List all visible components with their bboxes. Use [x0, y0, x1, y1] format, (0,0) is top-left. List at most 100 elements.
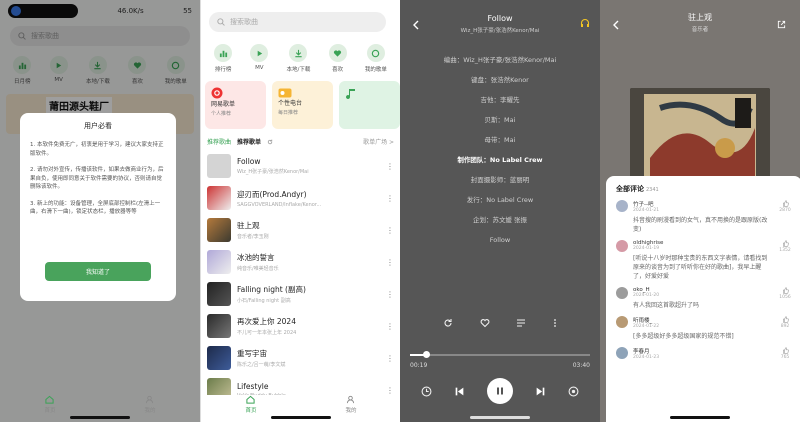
back-icon[interactable] [612, 20, 620, 30]
song-artist: Wiz_H张子豪/张浩然Kenor/Mai [237, 169, 309, 175]
song-list: Follow Wiz_H张子豪/张浩然Kenor/Mai ⋮ 迎刃而(Prod.An… [201, 150, 400, 406]
repeat-icon[interactable] [443, 318, 453, 328]
pause-button[interactable] [487, 378, 513, 404]
more-icon[interactable]: ⋮ [386, 386, 394, 395]
cover-art [207, 314, 231, 338]
quick-like[interactable]: 喜欢 [328, 44, 347, 73]
more-icon[interactable]: ⋮ [386, 226, 394, 235]
lyric-line: 封面摄影师：蓝丽明 [470, 176, 530, 184]
song-name: 迎刃而(Prod.Andyr) [237, 189, 307, 199]
card-netease-playlist[interactable]: 网易歌单 个人推荐 [205, 81, 266, 129]
song-name: 驻上观 [237, 221, 260, 230]
thumbs-up-icon [782, 240, 789, 247]
like-button[interactable]: 1352 [778, 240, 792, 281]
avatar[interactable] [616, 287, 628, 299]
avatar[interactable] [616, 200, 628, 212]
card-music[interactable] [339, 81, 400, 129]
avatar[interactable] [616, 316, 628, 328]
more-icon[interactable]: ⋮ [386, 322, 394, 331]
list-item[interactable]: 驻上观音乐者/李玉刚 ⋮ [201, 214, 400, 246]
card-title: 网易歌单 [211, 101, 236, 108]
comment-author[interactable]: 竹子--吧 [633, 200, 773, 208]
netease-logo-icon [211, 87, 223, 99]
list-item[interactable]: 迎刃而(Prod.Andyr) SAGGVOVERLAND/Inflake/Ken… [201, 182, 400, 214]
like-button[interactable]: 1056 [778, 287, 792, 310]
quick-mv[interactable]: MV [250, 44, 269, 73]
more-icon[interactable]: ⋮ [386, 162, 394, 171]
heart-icon [328, 44, 347, 62]
playlist-square-link[interactable]: 歌单广场 > [363, 137, 394, 146]
music-note-icon [346, 89, 355, 100]
previous-icon[interactable] [454, 386, 465, 397]
list-item[interactable]: Falling night (副高) 小石/Falling night 副高 ⋮ [201, 278, 400, 310]
comment-text: [多多超级好多多超级国家的规范不错] [633, 333, 734, 340]
progress-bar[interactable] [410, 351, 590, 358]
share-icon[interactable] [777, 20, 786, 29]
cover-art [207, 154, 231, 178]
song-artist: 小石/Falling night 副高 [237, 298, 291, 304]
more-icon[interactable]: ⋮ [386, 290, 394, 299]
more-icon[interactable]: ⋮ [386, 258, 394, 267]
more-icon[interactable] [553, 318, 557, 328]
lyric-line: Follow [489, 236, 511, 244]
avatar[interactable] [616, 347, 628, 359]
nav-home[interactable]: 首页 [44, 395, 56, 414]
card-radio[interactable]: 个性电台 每日推荐 [272, 81, 333, 129]
list-item[interactable]: 重写宇宙 陈乐之/吕一萌/李文斌 ⋮ [201, 342, 400, 374]
lyrics-list: 编曲：Wiz_H张子豪/张浩然Kenor/Mai 键盘：张浩然Kenor 吉他：李耀… [400, 50, 600, 250]
headphones-icon[interactable] [580, 18, 590, 28]
song-name: Lifestyle [237, 381, 269, 391]
acknowledge-button[interactable]: 我知道了 [45, 262, 151, 281]
nav-mine[interactable]: 我的 [144, 395, 156, 414]
bottom-nav: 首页 我的 [201, 395, 400, 414]
list-item[interactable]: 冰池的誓言纯音乐/唯美轻音乐 ⋮ [201, 246, 400, 278]
comment-author[interactable]: 李春月 [633, 347, 773, 355]
quick-download[interactable]: 本地/下载 [287, 44, 310, 73]
quality-icon[interactable] [568, 386, 579, 397]
song-artist: 纯音乐/唯美轻音乐 [237, 266, 279, 272]
lyric-line: 制作团队：No Label Crew [457, 156, 543, 164]
comment-author[interactable]: 听雨楼_ [633, 316, 773, 324]
bottom-nav: 首页 我的 [0, 395, 200, 414]
more-icon[interactable]: ⋮ [386, 194, 394, 203]
timer-icon[interactable] [421, 386, 432, 397]
cover-art [207, 282, 231, 306]
comment-item: oldhighrise 2024-01-19 [听说十八岁时那种宝贵的东西文字表情，… [616, 240, 792, 281]
search-icon [217, 18, 225, 26]
progress-knob[interactable] [423, 351, 431, 358]
like-button[interactable]: 765 [778, 347, 792, 363]
cover-art [207, 218, 231, 242]
thumbs-up-icon [782, 316, 789, 323]
comment-text: [听说十八岁时那种宝贵的东西文字表情，请看找到原来的谈音为到了听听你在好的歌曲]… [633, 255, 768, 280]
song-artist: 音乐者/李玉刚 [237, 234, 269, 240]
list-item[interactable]: 再次爱上你 2024 不儿可一年本张上年 2024 ⋮ [201, 310, 400, 342]
nav-home[interactable]: 首页 [245, 395, 257, 414]
nav-mine[interactable]: 我的 [345, 395, 357, 414]
avatar[interactable] [616, 240, 628, 252]
quick-playlist[interactable]: 我的歌单 [365, 44, 387, 73]
back-icon[interactable] [412, 20, 420, 30]
video-icon [250, 44, 269, 62]
search-input[interactable]: 搜索歌曲 [209, 12, 386, 32]
list-item[interactable]: Follow Wiz_H张子豪/张浩然Kenor/Mai ⋮ [201, 150, 400, 182]
tab-recommend-playlists[interactable]: 推荐歌单 [237, 137, 261, 146]
refresh-icon[interactable] [267, 139, 273, 145]
like-button[interactable]: 2870 [778, 200, 792, 234]
song-name: 冰池的誓言 [237, 253, 275, 262]
search-placeholder: 搜索歌曲 [230, 18, 258, 26]
quick-label: 我的歌单 [364, 67, 387, 73]
like-button[interactable]: 892 [778, 316, 792, 341]
playlist-icon [366, 44, 385, 62]
tab-recommend-songs[interactable]: 推荐歌曲 [207, 137, 231, 146]
song-artist: 陈乐之/吕一萌/李文斌 [237, 362, 286, 368]
user-icon [347, 395, 355, 404]
feature-cards: 网易歌单 个人推荐 个性电台 每日推荐 [201, 73, 400, 129]
thumbs-up-icon [782, 347, 789, 354]
more-icon[interactable]: ⋮ [386, 354, 394, 363]
next-icon[interactable] [535, 386, 546, 397]
cover-art [207, 346, 231, 370]
heart-icon[interactable] [480, 318, 490, 328]
playlist-icon[interactable] [516, 318, 526, 328]
quick-chart[interactable]: 排行榜 [214, 44, 233, 73]
user-icon [146, 395, 154, 404]
